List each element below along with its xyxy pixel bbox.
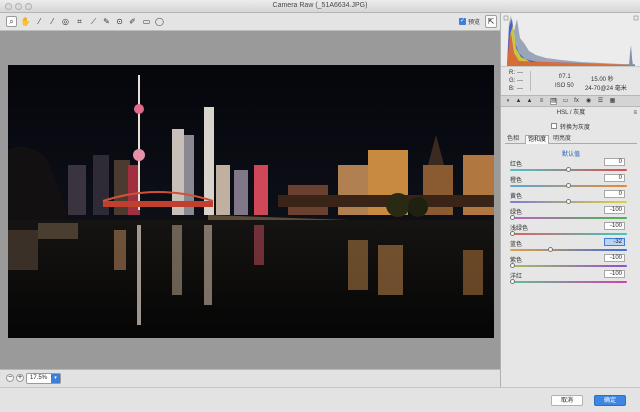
slider-thumb[interactable] xyxy=(510,263,515,268)
default-link[interactable]: 默认值 xyxy=(501,149,640,158)
histogram xyxy=(501,13,640,66)
white-balance-tool-icon[interactable]: ⁄ xyxy=(34,16,45,27)
slider-track[interactable] xyxy=(510,265,627,267)
slider-thumb[interactable] xyxy=(510,215,515,220)
panel-section-header: HSL / 灰度 ≡ xyxy=(501,108,640,119)
slider-thumb[interactable] xyxy=(510,279,515,284)
panel-tab-strip: ◑ ▲ ▲ ≡ ▤ ▭ fx ◉ ☰ ▦ xyxy=(501,95,640,107)
tab-saturation[interactable]: 饱和度 xyxy=(525,135,550,144)
slider-track[interactable] xyxy=(510,249,627,251)
convert-to-grayscale-label: 转换为灰度 xyxy=(560,125,591,131)
tab-hue[interactable]: 色相 xyxy=(505,135,521,144)
window-title: Camera Raw (_51A6634.JPG) xyxy=(272,2,368,9)
preview-label: 预览 xyxy=(468,20,481,26)
camera-calibration-tab-icon[interactable]: ◉ xyxy=(585,98,592,105)
b-label: B: xyxy=(509,86,515,92)
zoom-in-button[interactable]: + xyxy=(16,374,24,382)
tool-bar: ⌕ ✋ ⁄ ⁄ ◎ ⌗ ⟋ ✎ ⊙ ✐ ▭ ◯ ✓ 预览 ⇱ xyxy=(0,13,500,31)
fullscreen-toggle-icon[interactable]: ⇱ xyxy=(485,15,497,28)
slider-value-field[interactable]: -100 xyxy=(604,254,625,262)
hsl-subtabs: 色相 饱和度 明亮度 xyxy=(505,135,637,144)
convert-to-grayscale-checkbox[interactable] xyxy=(551,123,557,129)
b-value: --- xyxy=(517,86,523,92)
targeted-adjustment-tool-icon[interactable]: ◎ xyxy=(60,16,71,27)
straighten-tool-icon[interactable]: ⟋ xyxy=(88,16,99,27)
zoom-tool-icon[interactable]: ⌕ xyxy=(6,16,17,27)
slider-value-field[interactable]: 0 xyxy=(604,158,625,166)
split-toning-tab-icon[interactable]: ▤ xyxy=(550,98,557,105)
lens-tab-icon[interactable]: ▭ xyxy=(562,98,569,105)
iso-value: ISO 50 xyxy=(555,83,574,89)
rgb-exif-readout: R: --- G: --- B: --- f/7.1 15.00 秒 ISO 5… xyxy=(501,66,640,94)
hsl-tab-icon[interactable]: ≡ xyxy=(538,98,545,105)
r-value: --- xyxy=(517,70,523,76)
red-eye-tool-icon[interactable]: ⊙ xyxy=(114,16,125,27)
slider-thumb[interactable] xyxy=(548,247,554,252)
slider-thumb[interactable] xyxy=(566,199,571,204)
slider-thumb[interactable] xyxy=(566,183,571,188)
basic-tab-icon[interactable]: ◑ xyxy=(504,98,511,105)
adjustment-brush-tool-icon[interactable]: ✐ xyxy=(127,16,138,27)
tone-curve-tab-icon[interactable]: ▲ xyxy=(515,98,522,105)
slider-track[interactable] xyxy=(510,281,627,283)
presets-tab-icon[interactable]: ☰ xyxy=(597,98,604,105)
detail-tab-icon[interactable]: ▲ xyxy=(526,98,533,105)
zoom-level-value: 17.5% xyxy=(30,375,48,381)
chevron-down-icon: ▾ xyxy=(51,374,60,383)
r-label: R: xyxy=(509,70,515,76)
ok-button[interactable]: 确定 xyxy=(594,395,626,406)
zoom-bar: − + 17.5% ▾ xyxy=(0,369,500,387)
readout-divider xyxy=(530,71,531,91)
slider-track[interactable] xyxy=(510,233,627,235)
slider-value-field[interactable]: 0 xyxy=(604,174,625,182)
lens-value: 24-70@24 毫米 xyxy=(585,86,627,92)
adjustments-panel: R: --- G: --- B: --- f/7.1 15.00 秒 ISO 5… xyxy=(500,13,640,387)
panel-menu-icon[interactable]: ≡ xyxy=(633,108,637,119)
slider-value-field[interactable]: -100 xyxy=(604,270,625,278)
g-value: --- xyxy=(517,78,523,84)
color-sampler-tool-icon[interactable]: ⁄ xyxy=(47,16,58,27)
slider-label: 红色 xyxy=(510,162,523,168)
preview-checkbox[interactable]: ✓ xyxy=(459,18,466,25)
hand-tool-icon[interactable]: ✋ xyxy=(20,16,31,27)
window-titlebar: Camera Raw (_51A6634.JPG) xyxy=(0,0,640,13)
slider-thumb[interactable] xyxy=(510,231,515,236)
zoom-level-select[interactable]: 17.5% ▾ xyxy=(26,373,61,384)
slider-thumb[interactable] xyxy=(566,167,571,172)
slider-value-field[interactable]: -100 xyxy=(604,206,625,214)
g-label: G: xyxy=(509,78,516,84)
spot-removal-tool-icon[interactable]: ✎ xyxy=(101,16,112,27)
radial-filter-tool-icon[interactable]: ◯ xyxy=(154,16,165,27)
slider-track[interactable] xyxy=(510,217,627,219)
graduated-filter-tool-icon[interactable]: ▭ xyxy=(141,16,152,27)
dialog-footer: 取消 确定 xyxy=(0,387,640,412)
image-canvas[interactable] xyxy=(0,31,500,369)
panel-title: HSL / 灰度 xyxy=(556,110,586,116)
effects-tab-icon[interactable]: fx xyxy=(573,98,580,105)
cancel-button[interactable]: 取消 xyxy=(551,395,583,406)
zoom-out-button[interactable]: − xyxy=(6,374,14,382)
crop-tool-icon[interactable]: ⌗ xyxy=(74,16,85,27)
shutter-value: 15.00 秒 xyxy=(591,77,614,83)
slider-label: 黄色 xyxy=(510,194,523,200)
photo-preview xyxy=(8,65,494,338)
slider-value-field[interactable]: 0 xyxy=(604,190,625,198)
slider-label: 橙色 xyxy=(510,178,523,184)
aperture-value: f/7.1 xyxy=(559,74,571,80)
slider-value-field[interactable]: -32 xyxy=(604,238,625,246)
tab-luminance[interactable]: 明亮度 xyxy=(551,135,573,144)
slider-label: 蓝色 xyxy=(510,242,523,248)
slider-value-field[interactable]: -100 xyxy=(604,222,625,230)
snapshots-tab-icon[interactable]: ▦ xyxy=(609,98,616,105)
